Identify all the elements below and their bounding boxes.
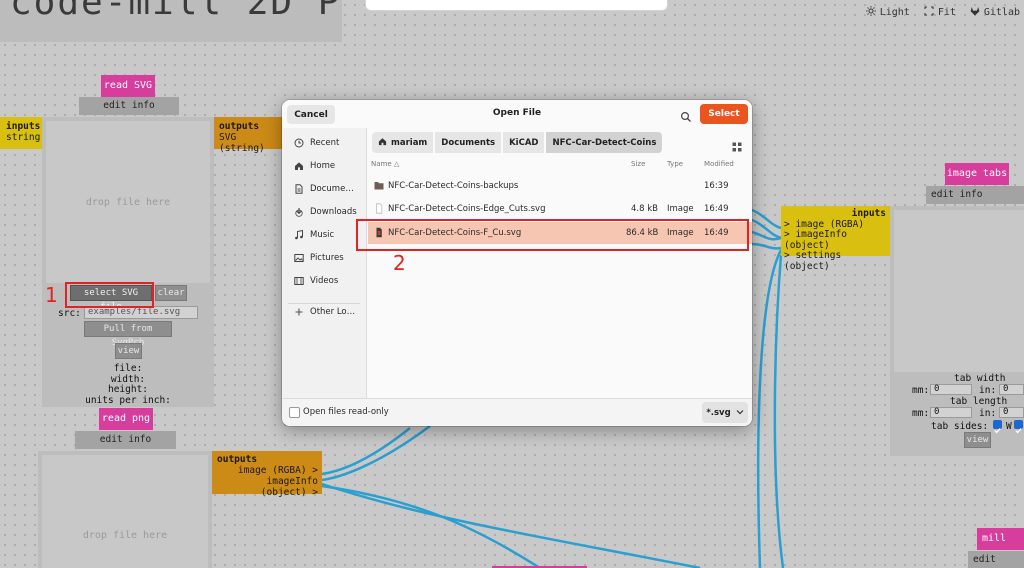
tab-side-e-checkbox[interactable]: [993, 420, 1002, 434]
mill-raster-title[interactable]: mill ras: [977, 528, 1024, 566]
sidebar-item-music[interactable]: Music: [282, 224, 367, 246]
sidebar-item-home[interactable]: Home: [282, 155, 367, 177]
breadcrumb-current-folder[interactable]: NFC-Car-Detect-Coins: [546, 132, 663, 153]
search-icon[interactable]: [680, 108, 692, 122]
select-button[interactable]: Select: [700, 104, 748, 124]
tab-length-label: tab length: [950, 396, 1008, 407]
read-svg-toolbar[interactable]: edit info collapse: [79, 97, 179, 129]
home-icon: [378, 137, 387, 149]
pull-from-svgpcb-button[interactable]: Pull from SvgPcb: [84, 321, 172, 348]
pictures-icon: [294, 253, 304, 263]
column-header-name[interactable]: Name △: [371, 160, 399, 168]
tab-sides-label: tab sides: E: [931, 421, 1000, 432]
image-tabs-preview: [894, 210, 1024, 372]
annotation-marker-2: 2: [393, 251, 406, 275]
read-svg-file-info: file: width: height: units per inch:: [85, 363, 171, 406]
wire: [321, 484, 541, 568]
image-tabs-view-button[interactable]: view: [964, 432, 991, 448]
read-png-dropzone[interactable]: drop file here: [42, 455, 208, 568]
annotation-box-2: [356, 219, 749, 251]
wire: [321, 427, 411, 476]
sidebar-item-downloads[interactable]: Downloads: [282, 201, 367, 223]
tab-width-mm-input[interactable]: 0: [930, 384, 972, 395]
tab-length-in-label: in:: [979, 408, 997, 419]
sidebar-item-documents[interactable]: Docume…: [282, 178, 367, 200]
src-label: src:: [58, 308, 81, 319]
mill-raster-toolbar[interactable]: edit info: [968, 551, 1024, 568]
image-tabs-title[interactable]: image tabs: [945, 163, 1009, 185]
grid-view-icon[interactable]: [732, 137, 742, 152]
tab-width-in-label: in:: [979, 385, 997, 396]
tab-width-in-input[interactable]: 0: [999, 384, 1024, 395]
file-row[interactable]: NFC-Car-Detect-Coins-backups 16:39: [368, 175, 752, 197]
file-list-pane: mariam Documents KiCAD NFC-Car-Detect-Co…: [368, 128, 752, 398]
wire: [773, 254, 785, 568]
sidebar-item-videos[interactable]: Videos: [282, 270, 367, 292]
folder-icon: [374, 180, 384, 191]
column-header-modified[interactable]: Modified: [704, 160, 734, 168]
file-row[interactable]: NFC-Car-Detect-Coins-Edge_Cuts.svg 4.8 k…: [368, 198, 752, 220]
read-svg-title[interactable]: read SVG: [101, 75, 155, 97]
music-icon: [294, 230, 304, 240]
sort-up-icon: △: [393, 160, 400, 168]
column-header-size[interactable]: Size: [631, 160, 645, 168]
video-icon: [294, 276, 304, 286]
image-tabs-toolbar[interactable]: edit info collapse: [926, 186, 1024, 218]
breadcrumb-documents[interactable]: Documents: [435, 132, 502, 153]
cancel-button[interactable]: Cancel: [287, 105, 335, 124]
read-svg-outputs: outputs SVG (string): [214, 117, 286, 154]
read-only-label[interactable]: Open files read-only: [303, 407, 389, 417]
column-header-type[interactable]: Type: [667, 160, 683, 168]
sidebar-item-other-locations[interactable]: Other Lo…: [282, 301, 367, 323]
wire: [751, 242, 782, 250]
breadcrumb-kicad[interactable]: KiCAD: [503, 132, 545, 153]
breadcrumb: mariam Documents KiCAD NFC-Car-Detect-Co…: [372, 132, 663, 153]
svg-file-icon: [374, 203, 384, 214]
read-svg-dropzone[interactable]: drop file here: [46, 121, 210, 283]
plus-icon: [294, 307, 304, 317]
read-svg-view-button[interactable]: view: [115, 343, 142, 359]
breadcrumb-home[interactable]: mariam: [372, 132, 434, 153]
places-sidebar: Recent Home Docume… Downloads Music Pict…: [282, 128, 367, 398]
tab-length-mm-input[interactable]: 0: [930, 407, 972, 418]
home-icon: [294, 161, 304, 171]
sidebar-item-recent[interactable]: Recent: [282, 132, 367, 154]
image-tabs-inputs: inputs > image (RGBA) > imageInfo (objec…: [781, 206, 890, 271]
tab-length-mm-label: mm:: [912, 408, 930, 419]
dialog-footer: Open files read-only *.svg: [282, 398, 752, 426]
tab-side-w-checkbox[interactable]: [1014, 420, 1023, 434]
annotation-marker-1: 1: [45, 283, 58, 307]
clear-button[interactable]: clear: [155, 285, 187, 301]
wire: [751, 208, 782, 230]
read-svg-inputs: inputs string): [0, 117, 46, 149]
open-file-dialog: Open File Cancel Select Recent Home Docu…: [282, 100, 752, 426]
chevron-down-icon: [736, 408, 744, 418]
document-icon: [294, 184, 304, 194]
tab-length-in-input[interactable]: 0: [999, 407, 1024, 418]
tab-side-w-label: W: [1006, 421, 1012, 432]
read-png-title[interactable]: read png: [99, 408, 153, 430]
wire: [751, 218, 782, 240]
sidebar-item-pictures[interactable]: Pictures: [282, 247, 367, 269]
annotation-box-1: [65, 282, 154, 308]
tab-width-label: tab width: [954, 373, 1006, 384]
clock-icon: [294, 138, 304, 148]
tab-width-mm-label: mm:: [912, 385, 930, 396]
read-png-outputs: outputs image (RGBA) > imageInfo (object…: [212, 451, 322, 498]
download-icon: [294, 207, 304, 217]
read-png-toolbar[interactable]: edit info collapse: [75, 431, 176, 463]
read-only-checkbox[interactable]: [289, 407, 300, 418]
file-type-filter[interactable]: *.svg: [702, 402, 748, 423]
